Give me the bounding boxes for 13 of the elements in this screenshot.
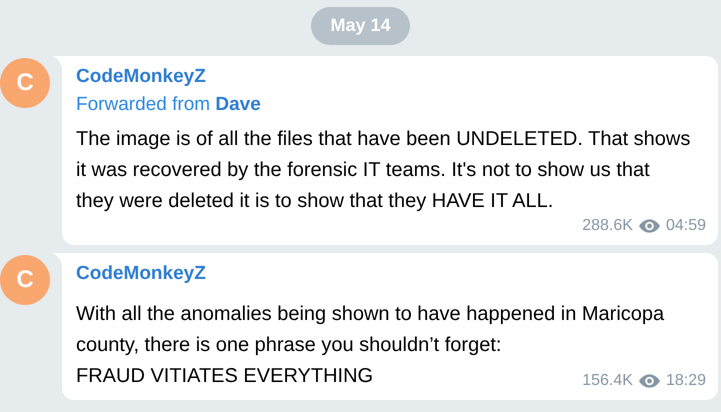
message-time: 18:29	[666, 372, 706, 390]
author-name[interactable]: CodeMonkeyZ	[76, 263, 206, 285]
eye-icon	[638, 374, 660, 388]
date-badge: May 14	[311, 7, 410, 45]
message-text: With all the anomalies being shown to have happened in Maricopa county, there is one phrase you shouldn’t forget:	[76, 302, 666, 358]
message-text: FRAUD VITIATES EVERYTHING	[76, 364, 374, 389]
eye-icon	[638, 219, 660, 233]
view-count: 288.6K	[582, 217, 633, 235]
view-count: 156.4K	[582, 372, 633, 390]
forwarded-label: Forwarded from Dave	[76, 94, 262, 116]
message-time: 04:59	[666, 217, 706, 235]
author-name[interactable]: CodeMonkeyZ	[76, 66, 206, 88]
message-text: The image is of all the files that have been UNDELETED. That shows it was recovered by the forensic IT teams. It's not to show us that they were deleted it is to show that they HAVE IT ALL.	[76, 127, 691, 214]
